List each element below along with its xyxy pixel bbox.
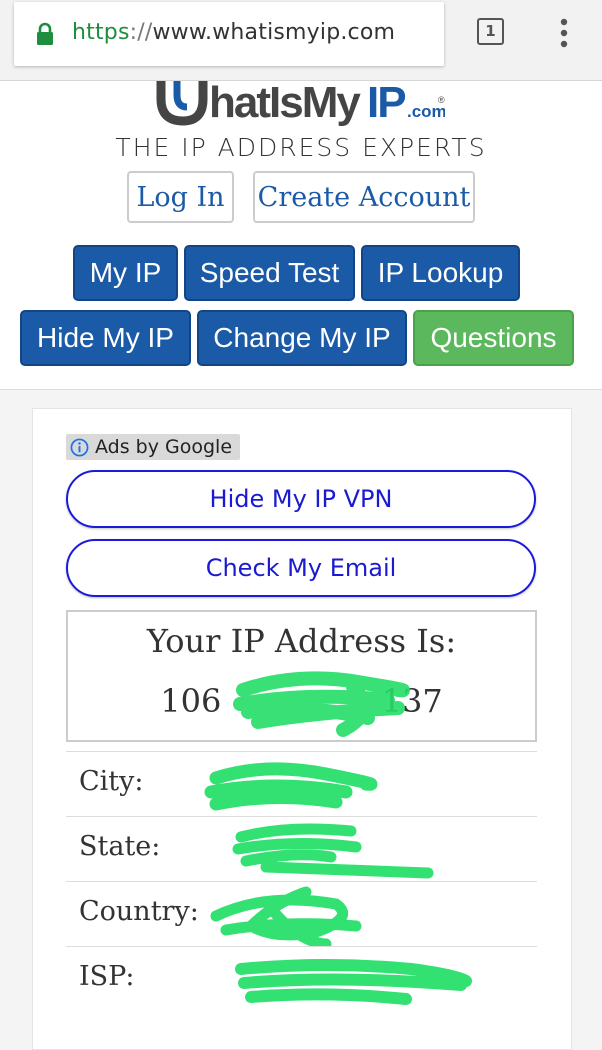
svg-text:hatIsMy: hatIsMy xyxy=(209,81,361,127)
login-button[interactable]: Log In xyxy=(127,171,234,223)
create-account-button[interactable]: Create Account xyxy=(253,171,475,223)
site-header: hatIsMy IP .com ® THE IP ADDRESS EXPERTS… xyxy=(0,81,602,390)
state-redaction-scribble xyxy=(232,823,434,879)
isp-redaction-scribble xyxy=(235,959,472,1005)
ip-redaction-scribble xyxy=(233,671,410,737)
detail-row-state: State: xyxy=(66,816,537,881)
nav-questions[interactable]: Questions xyxy=(413,310,574,366)
url-separator: :// xyxy=(129,20,153,45)
tabs-icon[interactable]: 1 xyxy=(477,18,504,45)
url-text[interactable]: https://www.whatismyip.com xyxy=(72,20,395,45)
city-redaction-scribble xyxy=(204,762,378,811)
site-logo[interactable]: hatIsMy IP .com ® xyxy=(155,81,445,131)
browser-toolbar: https://www.whatismyip.com 1 xyxy=(0,0,602,81)
nav-my-ip[interactable]: My IP xyxy=(73,245,178,301)
lock-icon xyxy=(37,22,53,45)
tagline: THE IP ADDRESS EXPERTS xyxy=(115,133,487,162)
url-scheme: https xyxy=(72,20,130,45)
ip-address-box: Your IP Address Is: 106 137 xyxy=(66,610,537,742)
address-bar[interactable]: https://www.whatismyip.com xyxy=(14,2,444,66)
ad-check-my-email-button[interactable]: Check My Email xyxy=(66,539,536,597)
nav-change-my-ip[interactable]: Change My IP xyxy=(197,310,407,366)
detail-row-city: City: xyxy=(66,751,537,816)
overflow-menu-icon[interactable] xyxy=(558,18,570,48)
ads-by-google-label[interactable]: Ads by Google xyxy=(66,434,241,460)
nav-speed-test[interactable]: Speed Test xyxy=(184,245,355,301)
ad-hide-my-ip-vpn-button[interactable]: Hide My IP VPN xyxy=(66,470,536,528)
ip-info-card: Ads by Google Hide My IP VPN Check My Em… xyxy=(32,408,572,1050)
ads-label-text: Ads by Google xyxy=(95,436,233,458)
nav-hide-my-ip[interactable]: Hide My IP xyxy=(20,310,191,366)
svg-text:®: ® xyxy=(438,95,445,105)
info-icon xyxy=(70,438,89,456)
detail-row-isp: ISP: xyxy=(66,946,537,1011)
url-host: www.whatismyip.com xyxy=(152,20,396,45)
detail-row-country: Country: xyxy=(66,881,537,946)
svg-text:IP: IP xyxy=(367,81,405,127)
country-redaction-scribble xyxy=(210,886,362,946)
nav-ip-lookup[interactable]: IP Lookup xyxy=(361,245,520,301)
